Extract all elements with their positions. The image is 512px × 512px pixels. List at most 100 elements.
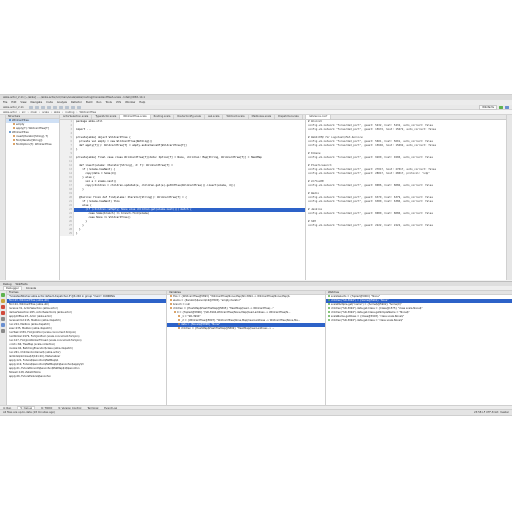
project-name[interactable]: akka-actor_2.11: [3, 106, 24, 109]
editor-tab[interactable]: TypedActor.scala: [92, 115, 121, 119]
menu-item-navigate[interactable]: Navigate: [31, 101, 43, 104]
breadcrumb-item[interactable]: routing: [65, 111, 74, 114]
right-tool-stripe[interactable]: [506, 115, 512, 280]
menu-item-window[interactable]: Window: [125, 101, 135, 104]
variable-text: 0 = {Tuple2@5896} "(SD-3994,WildcardTree…: [177, 311, 291, 314]
status-message: All files are up-to-date (18 minutes ago…: [3, 411, 55, 414]
variable-tree: this = {WildcardTree@5893} "WildcardTree…: [167, 295, 325, 331]
variable-icon: [178, 327, 180, 329]
structure-tree: WildcardTree empty apply(T): WildcardTree[…: [6, 119, 59, 147]
structure-item-label: find(Iterator[String]): [16, 139, 43, 142]
debug-icon[interactable]: [505, 105, 509, 109]
editor-tab[interactable]: Routing.scala: [151, 115, 175, 119]
paste-icon[interactable]: [70, 105, 75, 109]
menu-item-refactor[interactable]: Refactor: [71, 101, 82, 104]
structure-item[interactable]: findOption(T): WildcardTree: [6, 143, 59, 147]
menu-item-run[interactable]: Run: [96, 101, 101, 104]
frame-row[interactable]: apply:26, FutureFailure$$anonfun: [7, 375, 166, 379]
line-number: 29: [69, 232, 72, 235]
menu-item-view[interactable]: View: [20, 101, 26, 104]
variable-text: _1 = "SD-3994": [181, 315, 201, 318]
mute-breakpoints-icon[interactable]: [1, 317, 5, 321]
variable-text: branch = null: [173, 303, 190, 306]
method-icon: [13, 127, 15, 129]
breadcrumb-separator: ›: [76, 110, 78, 114]
editor-tab[interactable]: Props.scala: [303, 115, 305, 119]
code-editor: ActorSelection.scala TypedActor.scala Wild…: [60, 115, 305, 280]
breadcrumb-item[interactable]: WildcardTree: [79, 111, 96, 114]
menu-item-edit[interactable]: Edit: [11, 101, 16, 104]
menu-item-file[interactable]: File: [3, 101, 7, 104]
watch-row[interactable]: children("SD-3994").data.get.Class = "cl…: [326, 319, 512, 323]
save-icon[interactable]: [34, 105, 39, 109]
editor-tab[interactable]: ActorSelection.scala: [60, 115, 93, 119]
status-bar: All files are up-to-date (18 minutes ago…: [0, 409, 512, 415]
window-title: akka-actor_2.11 [~/akka] - .../akka-acto…: [3, 96, 146, 99]
config-line[interactable]: config.vm.network "forwarded_port", gues…: [306, 224, 506, 228]
variable-row[interactable]: children = {HashMap$HashTrieMap@5899} "H…: [167, 327, 325, 331]
breadcrumb-item[interactable]: main: [31, 111, 37, 114]
resume-icon[interactable]: [1, 293, 5, 297]
watch-icon: [328, 319, 330, 321]
variable-icon: [178, 315, 180, 317]
breadcrumb-separator: ›: [50, 110, 52, 114]
run-icon[interactable]: [499, 105, 503, 109]
editor-tab[interactable]: Dispatcher.scala: [275, 115, 303, 119]
editor-tab[interactable]: Wildcard.scala: [223, 115, 249, 119]
config-text[interactable]: # Dnsindi config.vm.network "forwarded_po…: [306, 120, 506, 228]
menu-item-analyze[interactable]: Analyze: [57, 101, 67, 104]
cut-icon[interactable]: [58, 105, 63, 109]
debug-tab[interactable]: Console: [26, 287, 36, 290]
debug-tab[interactable]: Debugger: [3, 285, 22, 291]
variables-panel: Variables this = {WildcardTree@5893} "Wi…: [167, 291, 326, 405]
redo-icon[interactable]: [52, 105, 57, 109]
breadcrumb-item[interactable]: akka-actor: [3, 111, 17, 114]
structure-item-label: findOption(T): WildcardTree: [16, 143, 52, 146]
status-info[interactable]: 23:58 LF UTF-8 Git: master: [474, 411, 509, 414]
watch-text: scalaSelects = {Tuple2@5900} "None": [331, 295, 380, 298]
view-breakpoints-icon[interactable]: [1, 311, 5, 315]
variable-icon: [178, 319, 180, 321]
open-icon[interactable]: [28, 105, 33, 109]
tab-reference-conf[interactable]: reference.conf: [306, 115, 332, 119]
code-text[interactable]: package akka.util import ... private[akka]…: [74, 120, 305, 236]
watches-panel: Watches scalaSelects = {Tuple2@5900} "No…: [326, 291, 512, 405]
menu-item-help[interactable]: Help: [139, 101, 145, 104]
settings-icon[interactable]: [1, 323, 5, 327]
stop-icon[interactable]: [1, 305, 5, 309]
variable-text: data = {None$@5898} "None": [181, 323, 221, 326]
structure-item-label: empty: [16, 123, 25, 126]
method-icon: [13, 123, 15, 125]
find-icon[interactable]: [76, 105, 81, 109]
variable-icon: [170, 303, 172, 305]
variable-text: children = {HashMap$HashTrieMap@5899} "H…: [181, 327, 275, 330]
debug-body: Frames "ScalatestWorker-akka.actor.defau…: [0, 291, 512, 405]
menu-item-build[interactable]: Build: [86, 101, 93, 104]
breadcrumb-item[interactable]: src: [22, 111, 26, 114]
code-line[interactable]: }: [74, 232, 305, 236]
variable-text: elems = {Iterator$$anon$19@7805} "empty …: [173, 299, 241, 302]
debug-panel: Debug WikiFacts Debugger Console Frames "…: [0, 281, 512, 405]
config-editor: reference.conf # Dnsindi config.vm.networ…: [306, 115, 506, 280]
watch-text: children("SD-3994").data.get.Class = {Cl…: [331, 307, 423, 310]
watch-text: children("SD-3994").data.get.Class = "cl…: [331, 319, 404, 322]
refresh-icon[interactable]: [40, 105, 45, 109]
run-config-select[interactable]: Wikifacts: [479, 104, 497, 110]
breadcrumb-item[interactable]: akka: [54, 111, 60, 114]
copy-icon[interactable]: [64, 105, 69, 109]
editor-tab[interactable]: Mailboxes.scala: [249, 115, 276, 119]
undo-icon[interactable]: [46, 105, 51, 109]
variable-text: _2 = {WildcardTree@5897} "WildcardTree(N…: [181, 319, 301, 322]
breadcrumb-item[interactable]: scala: [42, 111, 49, 114]
variable-text: this = {WildcardTree@5893} "WildcardTree…: [173, 295, 291, 298]
method-icon: [13, 143, 15, 145]
watch-icon: [328, 311, 330, 313]
close-icon[interactable]: [1, 329, 5, 333]
editor-tab[interactable]: RouterConfig.scala: [174, 115, 205, 119]
editor-tab[interactable]: ask.scala: [205, 115, 224, 119]
pause-icon[interactable]: [1, 299, 5, 303]
menu-item-tools[interactable]: Tools: [105, 101, 111, 104]
editor-tab[interactable]: WildcardTree.scala: [120, 115, 151, 119]
menu-item-code[interactable]: Code: [46, 101, 53, 104]
menu-item-vcs[interactable]: VCS: [116, 101, 121, 104]
